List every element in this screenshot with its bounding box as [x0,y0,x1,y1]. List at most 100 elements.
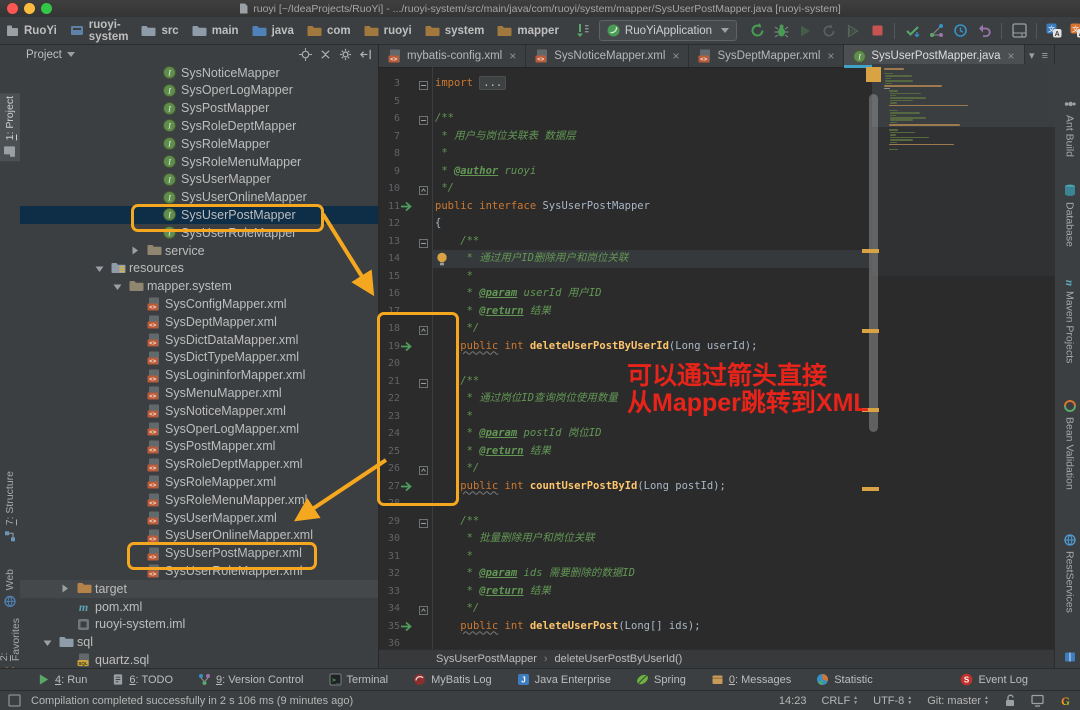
tree-item-sysoperlogmapper-xml[interactable]: <>SysOperLogMapper.xml [20,420,378,438]
status-item-14-23[interactable]: 14:23 [779,695,807,707]
tree-item-sysdeptmapper-xml[interactable]: <>SysDeptMapper.xml [20,313,378,331]
chevron-down-icon[interactable] [95,262,104,276]
stripe-button-restservices[interactable]: RestServices [1057,531,1080,616]
tree-item-sql[interactable]: sql [20,634,378,652]
tree-item-sysuserpostmapper[interactable]: ISysUserPostMapper [20,206,378,224]
toolwindow-button-terminal[interactable]: >_Terminal [329,673,389,686]
toolwindow-button-version-control[interactable]: 9: Version Control [198,673,303,686]
tree-item-quartz-sql[interactable]: SQLquartz.sql [20,651,378,668]
tree-item-sysconfigmapper-xml[interactable]: <>SysConfigMapper.xml [20,295,378,313]
code-line-28[interactable]: 28 [379,495,1055,513]
code-line-19[interactable]: 19 public int deleteUserPostByUserId(Lon… [379,338,1055,356]
toolwindow-button-messages[interactable]: 0: Messages [711,673,791,686]
tree-item-syslogininformapper-xml[interactable]: <>SysLogininforMapper.xml [20,367,378,385]
tree-item-sysuserpostmapper-xml[interactable]: <>SysUserPostMapper.xml [20,545,378,563]
code-line-36[interactable]: 36 [379,635,1055,650]
toolwindow-button-event-log[interactable]: SEvent Log [960,673,1028,686]
commit-icon[interactable] [900,20,924,42]
chevron-down-icon[interactable] [67,52,75,57]
code-line-26[interactable]: 26 */ [379,460,1055,478]
locate-icon[interactable] [299,48,312,61]
toolwindow-switcher-icon[interactable] [8,694,21,707]
stop-icon[interactable] [865,20,889,42]
nav-crumb-src[interactable]: src [141,25,178,37]
code-line-32[interactable]: 32 * @param ids 需要删除的数据ID [379,565,1055,583]
breadcrumb-class[interactable]: SysUserPostMapper [436,653,537,665]
status-item-crlf[interactable]: CRLF▲▼ [821,695,858,707]
tree-item-sysdicttypemapper-xml[interactable]: <>SysDictTypeMapper.xml [20,349,378,367]
status-item-utf-8[interactable]: UTF-8▲▼ [873,695,912,707]
code-line-35[interactable]: 35 public int deleteUserPost(Long[] ids)… [379,618,1055,636]
coverage-icon[interactable] [841,20,865,42]
editor-scrollbar[interactable] [869,94,878,432]
tree-item-ruoyi-system-iml[interactable]: ruoyi-system.iml [20,616,378,634]
tab-options-icon[interactable]: ▾ ≡ [1029,49,1050,62]
nav-crumb-system[interactable]: system [425,25,485,37]
status-message[interactable]: Compilation completed successfully in 2 … [31,695,353,707]
run-configuration-select[interactable]: RuoYiApplication [599,20,737,41]
google-g-icon[interactable]: G [1059,694,1072,707]
nav-crumb-ruoyi[interactable]: RuoYi [6,24,57,37]
tree-item-sysuserrolemapper-xml[interactable]: <>SysUserRoleMapper.xml [20,562,378,580]
debug-icon[interactable] [769,20,793,42]
settings-icon[interactable] [339,48,352,61]
nav-crumb-ruoyi[interactable]: ruoyi [364,25,412,37]
code-line-30[interactable]: 30 * 批量删除用户和岗位关联 [379,530,1055,548]
collapse-all-icon[interactable] [319,48,332,61]
code-line-20[interactable]: 20 [379,355,1055,373]
code-line-31[interactable]: 31 * [379,548,1055,566]
nav-crumb-mapper[interactable]: mapper [497,25,559,37]
toolwindow-button-statistic[interactable]: Statistic [816,673,873,686]
build-icon[interactable] [745,20,769,42]
rerun-icon[interactable] [817,20,841,42]
code-line-18[interactable]: 18 */ [379,320,1055,338]
code-line-23[interactable]: 23 * [379,408,1055,426]
tree-item-service[interactable]: service [20,242,378,260]
close-icon[interactable]: × [1008,49,1015,63]
minimize-button[interactable] [24,3,35,14]
run-icon[interactable] [793,20,817,42]
editor-tab-sysdeptmapper-xml[interactable]: <>SysDeptMapper.xml× [689,45,844,67]
code-line-17[interactable]: 17 * @return 结果 [379,303,1055,321]
tree-item-resources[interactable]: resources [20,260,378,278]
stripe-button-maven-projects[interactable]: mMaven Projects [1057,271,1080,366]
tree-item-sysusermapper-xml[interactable]: <>SysUserMapper.xml [20,509,378,527]
code-line-25[interactable]: 25 * @return 结果 [379,443,1055,461]
traffic-lights[interactable] [7,3,52,14]
zoom-button[interactable] [41,3,52,14]
editor-tab-sysnoticemapper-xml[interactable]: <>SysNoticeMapper.xml× [526,45,689,67]
history-icon[interactable] [948,20,972,42]
unlock-icon[interactable] [1004,694,1016,707]
toolwindow-button-mybatis-log[interactable]: MyBatis Log [413,673,492,686]
stripe-button-database[interactable]: Database [1057,181,1080,250]
code-line-27[interactable]: 27 public int countUserPostById(Long pos… [379,478,1055,496]
tree-item-sysrolemenumapper[interactable]: ISysRoleMenuMapper [20,153,378,171]
tree-item-sysuseronlinemapper-xml[interactable]: <>SysUserOnlineMapper.xml [20,527,378,545]
nav-crumb-ruoyi-system[interactable]: ruoyi-system [70,19,129,43]
column-selection-icon[interactable] [576,23,589,38]
tree-item-pom-xml[interactable]: mpom.xml [20,598,378,616]
tool-windows-icon[interactable] [1007,20,1031,42]
close-icon[interactable]: × [827,49,834,63]
tree-item-sysrolemapper[interactable]: ISysRoleMapper [20,135,378,153]
code-line-16[interactable]: 16 * @param userId 用户ID [379,285,1055,303]
rollback-icon[interactable] [972,20,996,42]
code-line-22[interactable]: 22 * 通过岗位ID查询岗位使用数量 [379,390,1055,408]
stripe-button-project[interactable]: 1: Project [0,93,20,161]
code-line-34[interactable]: 34 */ [379,600,1055,618]
tree-item-sysuseronlinemapper[interactable]: ISysUserOnlineMapper [20,189,378,207]
chevron-right-icon[interactable] [61,582,69,596]
editor-tab-mybatis-config-xml[interactable]: <>mybatis-config.xml× [379,45,526,67]
stripe-button-structure[interactable]: 7: Structure [0,468,20,545]
close-button[interactable] [7,3,18,14]
tree-item-sysuserrolemapper[interactable]: ISysUserRoleMapper [20,224,378,242]
breadcrumb-method[interactable]: deleteUserPostByUserId() [555,653,683,665]
nav-crumb-com[interactable]: com [307,25,351,37]
toolwindow-button-run[interactable]: 4: Run [38,673,87,686]
tree-item-sysroledeptmapper-xml[interactable]: <>SysRoleDeptMapper.xml [20,456,378,474]
tree-item-mapper-system[interactable]: mapper.system [20,278,378,296]
vcs-share-icon[interactable] [924,20,948,42]
nav-crumb-java[interactable]: java [252,25,294,37]
toolwindow-button-spring[interactable]: Spring [636,673,686,686]
hide-icon[interactable] [359,48,372,61]
